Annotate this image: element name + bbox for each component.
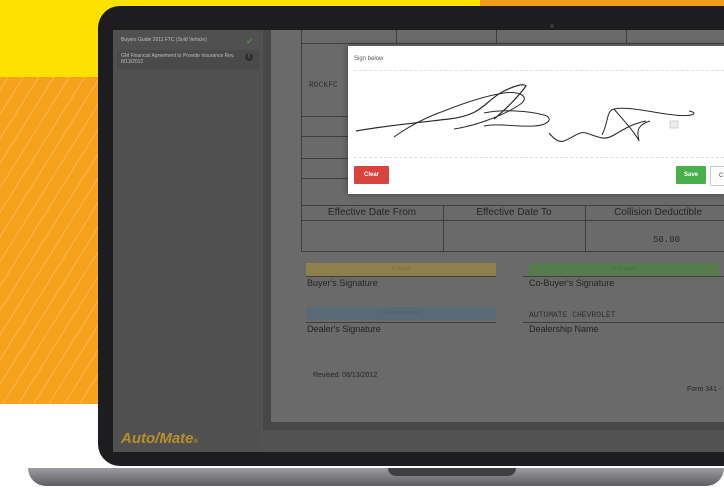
form-number: Form 341 - bbox=[687, 386, 722, 393]
revised-date: Revised: 08/13/2012 bbox=[313, 372, 378, 379]
signature-line bbox=[306, 276, 496, 277]
info-icon: ! bbox=[245, 53, 253, 61]
buyer-signature-label: Buyer's Signature bbox=[307, 278, 378, 288]
table-line bbox=[301, 251, 724, 252]
brand-logo: Auto/Mate® bbox=[121, 430, 198, 447]
header-effective-date-from: Effective Date From bbox=[327, 207, 417, 218]
sidebar-item-label: GM Financial Agreement to Provide Insura… bbox=[121, 53, 235, 65]
table-line bbox=[396, 30, 397, 44]
signature-pad[interactable] bbox=[354, 70, 724, 158]
table-line bbox=[301, 158, 351, 159]
table-line bbox=[301, 43, 724, 44]
dealership-name-value: AUTOMATE CHEVROLET bbox=[529, 311, 616, 320]
camera-dot bbox=[550, 24, 554, 28]
check-icon: ✔ bbox=[246, 37, 253, 46]
dealer-signature-label: Dealer's Signature bbox=[307, 324, 381, 334]
app-screen: Buyers Guide 2011 FTC (Sold Vehicle) ✔ G… bbox=[113, 30, 724, 452]
dealership-name-label: Dealership Name bbox=[529, 324, 599, 334]
modal-title: Sign below bbox=[354, 56, 384, 62]
cobuyer-signature-tag[interactable]: ☑ Cobuyer bbox=[529, 263, 719, 276]
table-border bbox=[301, 30, 302, 252]
table-line bbox=[626, 30, 627, 44]
sidebar-item-label: Buyers Guide 2011 FTC (Sold Vehicle) bbox=[121, 37, 207, 43]
collision-deductible-value: 50.00 bbox=[653, 235, 681, 245]
sidebar-item-buyers-guide[interactable]: Buyers Guide 2011 FTC (Sold Vehicle) ✔ bbox=[117, 34, 259, 48]
table-line bbox=[301, 178, 351, 179]
cancel-button[interactable]: C bbox=[710, 166, 724, 186]
signature-line bbox=[523, 322, 724, 323]
table-line bbox=[496, 30, 497, 44]
sidebar-item-insurance-agreement[interactable]: GM Financial Agreement to Provide Insura… bbox=[117, 50, 259, 70]
cobuyer-signature-label: Co-Buyer's Signature bbox=[529, 278, 615, 288]
clear-button[interactable]: Clear bbox=[354, 166, 389, 184]
laptop-notch bbox=[388, 468, 516, 476]
laptop-base bbox=[28, 468, 724, 486]
signature-line bbox=[523, 276, 724, 277]
company-text: ROCKFC bbox=[309, 81, 338, 90]
signature-modal: Sign below Clear Save C bbox=[348, 46, 724, 194]
save-button[interactable]: Save bbox=[676, 166, 706, 184]
table-line bbox=[301, 220, 724, 221]
sidebar: Buyers Guide 2011 FTC (Sold Vehicle) ✔ G… bbox=[113, 30, 261, 452]
signature-line bbox=[306, 322, 496, 323]
table-line bbox=[301, 136, 351, 137]
signature-drawing bbox=[355, 84, 695, 143]
buyer-signature-tag[interactable]: ☑ Buyer bbox=[306, 263, 496, 276]
table-line bbox=[301, 205, 724, 206]
representative-signature-tag[interactable]: ☑ Representative bbox=[306, 307, 496, 320]
header-collision-deductible: Collision Deductible bbox=[614, 207, 702, 218]
table-line bbox=[301, 116, 351, 117]
header-effective-date-to: Effective Date To bbox=[476, 207, 552, 218]
